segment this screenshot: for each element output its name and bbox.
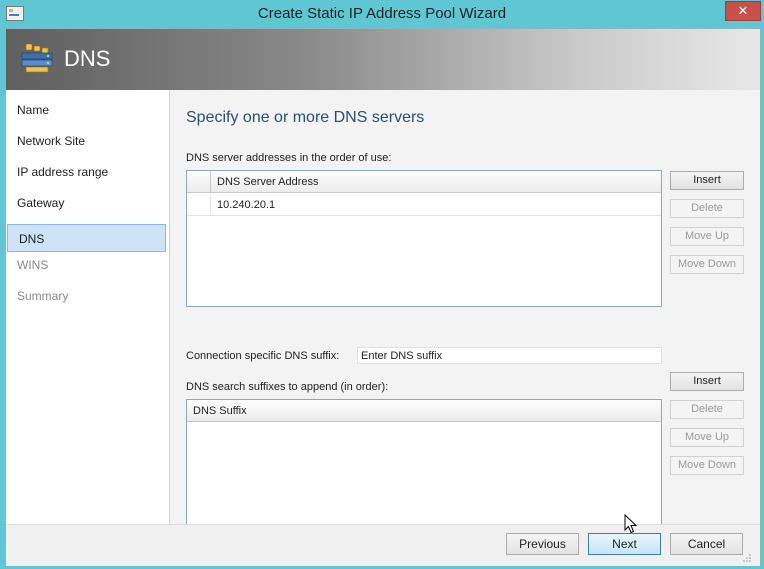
- page-banner: DNS: [6, 29, 760, 90]
- dns-servers-grid[interactable]: DNS Server Address 10.240.20.1: [186, 170, 662, 307]
- dns-server-move-down-button[interactable]: Move Down: [670, 255, 744, 274]
- close-button[interactable]: ✕: [725, 1, 761, 21]
- dns-server-icon: [21, 43, 53, 73]
- step-wins: WINS: [17, 258, 49, 272]
- step-dns[interactable]: DNS: [7, 224, 166, 252]
- wizard-footer: Previous Next Cancel: [6, 524, 760, 566]
- dns-servers-header: DNS Server Address: [187, 171, 661, 193]
- wizard-window: Create Static IP Address Pool Wizard ✕ D…: [0, 0, 764, 569]
- search-suffixes-grid[interactable]: DNS Suffix: [186, 399, 662, 537]
- dns-suffix-input[interactable]: Enter DNS suffix: [357, 347, 662, 364]
- title-bar[interactable]: Create Static IP Address Pool Wizard ✕: [0, 0, 764, 28]
- step-summary: Summary: [17, 289, 69, 303]
- dns-suffix-label: Connection specific DNS suffix:: [186, 350, 340, 362]
- next-button[interactable]: Next: [588, 533, 661, 555]
- previous-button[interactable]: Previous: [506, 533, 579, 555]
- dns-servers-label: DNS server addresses in the order of use…: [186, 152, 392, 164]
- cancel-button[interactable]: Cancel: [670, 533, 743, 555]
- table-row[interactable]: 10.240.20.1: [187, 194, 661, 216]
- dns-server-delete-button[interactable]: Delete: [670, 199, 744, 218]
- search-suffixes-label: DNS search suffixes to append (in order)…: [186, 381, 389, 393]
- suffix-delete-button[interactable]: Delete: [670, 400, 744, 419]
- step-network-site[interactable]: Network Site: [6, 127, 166, 155]
- dns-server-insert-button[interactable]: Insert: [670, 171, 744, 190]
- dns-server-address-column-header[interactable]: DNS Server Address: [217, 171, 318, 193]
- dns-suffix-column-header[interactable]: DNS Suffix: [187, 400, 661, 422]
- step-ip-address-range[interactable]: IP address range: [6, 158, 166, 186]
- window-title: Create Static IP Address Pool Wizard: [257, 5, 507, 22]
- resize-grip-icon[interactable]: [742, 553, 752, 563]
- mouse-cursor-icon: [624, 514, 638, 534]
- suffix-insert-button[interactable]: Insert: [670, 372, 744, 391]
- step-name[interactable]: Name: [6, 96, 166, 124]
- row-selector[interactable]: [187, 194, 211, 215]
- wizard-client-area: DNS Name Network Site IP address range G…: [5, 28, 761, 566]
- row-selector-header: [187, 171, 211, 192]
- suffix-move-down-button[interactable]: Move Down: [670, 456, 744, 475]
- main-panel: Specify one or more DNS servers DNS serv…: [170, 90, 760, 537]
- page-title: DNS: [64, 46, 111, 71]
- suffix-move-up-button[interactable]: Move Up: [670, 428, 744, 447]
- dns-server-address-cell[interactable]: 10.240.20.1: [217, 194, 275, 216]
- wizard-steps-sidebar: Name Network Site IP address range Gatew…: [6, 90, 170, 524]
- section-heading: Specify one or more DNS servers: [186, 109, 425, 126]
- step-gateway[interactable]: Gateway: [6, 189, 166, 217]
- dns-server-move-up-button[interactable]: Move Up: [670, 227, 744, 246]
